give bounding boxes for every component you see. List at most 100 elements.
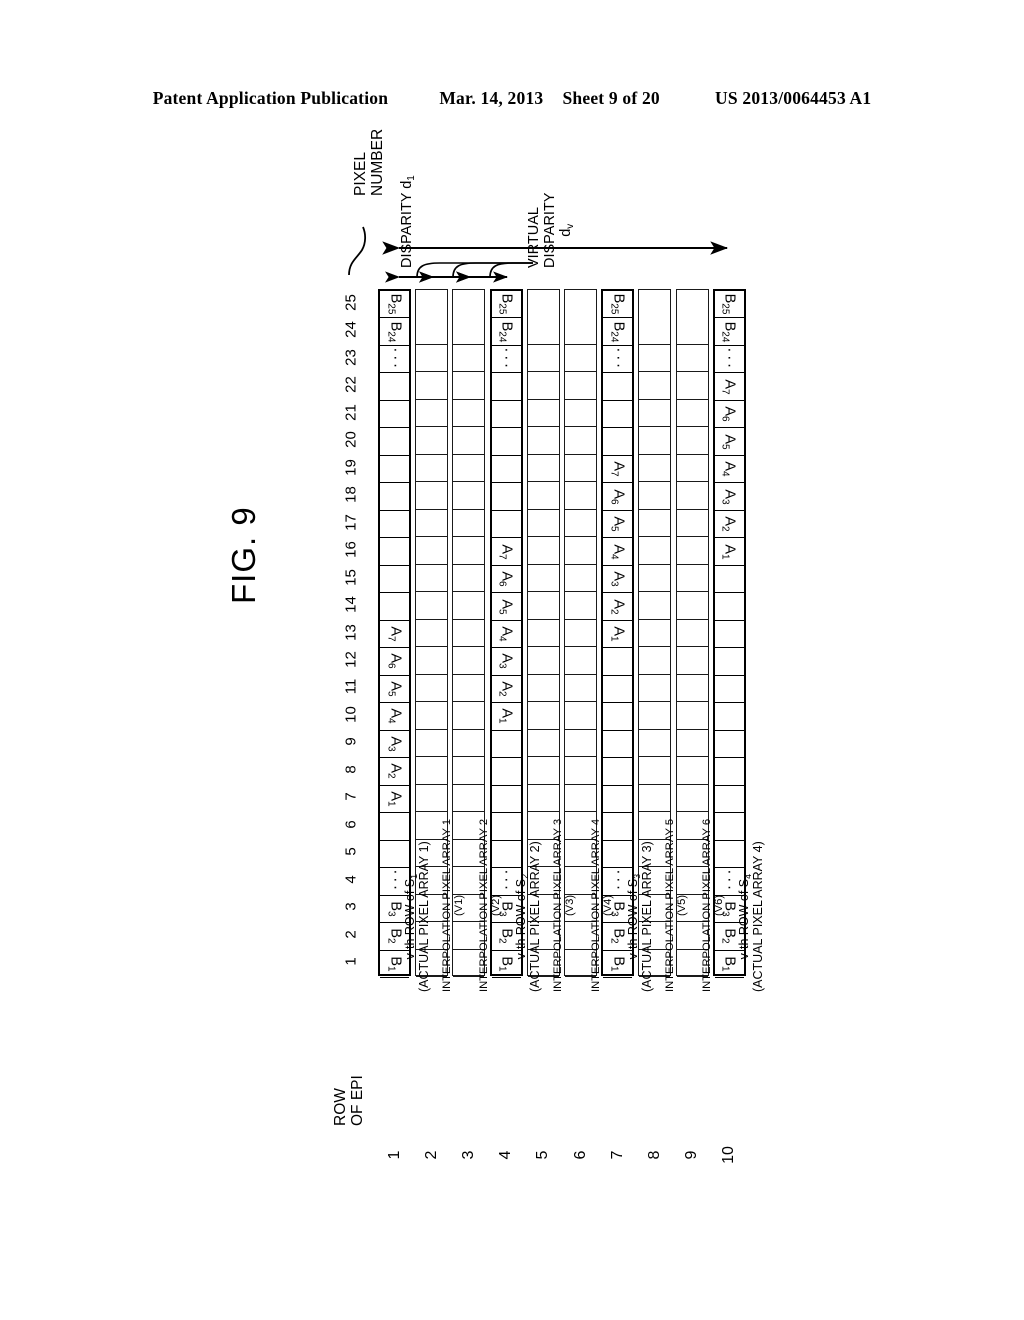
pixel-cell: A7 <box>714 373 744 401</box>
pixel-cell <box>380 566 409 594</box>
cell-label: A5 <box>719 434 738 450</box>
cell-label: A3 <box>719 488 738 505</box>
cell-label: A2 <box>384 763 403 780</box>
pixel-cell <box>639 620 671 648</box>
pixel-cell <box>676 702 708 730</box>
virtual-disparity-line1: VIRTUAL <box>526 207 542 268</box>
pixel-cell <box>714 758 744 786</box>
pixel-cell <box>416 647 448 675</box>
cell-label: A1 <box>496 708 515 725</box>
pixel-cell <box>527 730 559 758</box>
pixel-cell: A2 <box>491 676 521 704</box>
pixel-cell <box>416 345 448 373</box>
cell-ellipsis: ··· <box>498 347 516 371</box>
pixel-cell <box>491 483 521 511</box>
pixel-cell <box>453 482 485 510</box>
virtual-disparity-connector-1 <box>416 262 533 278</box>
pixel-cell <box>416 620 448 648</box>
pixel-cell <box>527 592 559 620</box>
cell-label: A6 <box>719 406 738 422</box>
pixel-cell <box>453 785 485 813</box>
pixel-cell <box>676 455 708 483</box>
row-label-line2: (ACTUAL PIXEL ARRAY 2) <box>527 841 542 992</box>
pixel-cell <box>714 676 744 704</box>
pixel-cell <box>527 427 559 455</box>
pixel-cell <box>453 565 485 593</box>
pixel-cell <box>416 372 448 400</box>
row-label-8: INTERPOLATION PIXEL ARRAY 5 (V5) <box>664 819 688 992</box>
pixel-cell <box>527 675 559 703</box>
row-label-line2: (V1) <box>452 894 465 917</box>
pixel-cell <box>603 758 633 786</box>
pixel-cell <box>639 757 671 785</box>
cell-label: A7 <box>496 543 515 560</box>
pixel-cell <box>416 592 448 620</box>
pixel-cell <box>380 373 409 401</box>
cell-ellipsis: ··· <box>721 347 739 371</box>
cell-label: A2 <box>719 516 738 532</box>
pixel-cell <box>565 345 596 373</box>
pixel-cell <box>527 757 559 785</box>
cell-label: A4 <box>496 626 515 642</box>
pixel-cell <box>416 757 448 785</box>
pixel-cell <box>491 758 521 786</box>
pixel-cell <box>380 511 409 539</box>
cell-label: A4 <box>719 461 738 477</box>
pixel-cell <box>639 592 671 620</box>
pixel-cell <box>527 785 559 813</box>
pixel-cell: A3 <box>603 566 633 594</box>
row-index-9: 9 <box>683 1150 701 1160</box>
pixel-cell <box>565 290 596 317</box>
row-label-5: INTERPOLATION PIXEL ARRAY 3 (V3) <box>552 819 576 992</box>
pixel-cell <box>527 565 559 593</box>
pixel-cell: A1 <box>380 786 409 814</box>
cell-label: A6 <box>607 488 626 505</box>
pixel-number-line2: NUMBER <box>369 128 387 196</box>
row-label-line1: INTERPOLATION PIXEL ARRAY 6 <box>701 818 714 992</box>
pixel-cell <box>453 400 485 428</box>
pixel-cell <box>676 400 708 428</box>
virtual-disparity-label: VIRTUAL DISPARITY dv <box>526 192 576 268</box>
pixel-cell: ··· <box>491 346 521 374</box>
row-label-line1: INTERPOLATION PIXEL ARRAY 1 <box>440 818 453 992</box>
pixel-cell: A4 <box>380 703 409 731</box>
virtual-disparity-line3: dv <box>557 223 576 237</box>
cell-label: A4 <box>384 708 403 725</box>
row-label-line2: (V5) <box>675 894 688 917</box>
pixel-cell: A1 <box>603 621 633 649</box>
cell-label: B25 <box>607 293 626 315</box>
pixel-cell <box>565 565 596 593</box>
row-label-line2: (V3) <box>564 894 577 917</box>
cell-label: A2 <box>607 598 626 615</box>
pixel-cell <box>453 427 485 455</box>
pixel-cell: ··· <box>603 346 633 374</box>
cell-label: A5 <box>384 681 403 697</box>
cell-label: B24 <box>496 321 515 343</box>
pixel-cell: B24 <box>603 318 633 346</box>
pixel-cell <box>527 372 559 400</box>
pixel-cell <box>565 647 596 675</box>
pixel-cell <box>491 456 521 484</box>
pixel-cell: A6 <box>603 483 633 511</box>
pixel-cell <box>603 731 633 759</box>
pixel-cell <box>676 372 708 400</box>
pixel-cell <box>565 675 596 703</box>
pixel-cell: A6 <box>714 401 744 429</box>
cell-label: A5 <box>496 598 515 615</box>
cell-label: A6 <box>496 571 515 587</box>
pixel-cell: A3 <box>491 648 521 676</box>
pixel-cell: A1 <box>714 538 744 566</box>
pixel-cell <box>416 785 448 813</box>
pixel-cell <box>639 702 671 730</box>
pixel-cell <box>380 483 409 511</box>
pixel-cell <box>380 813 409 841</box>
cell-label: A2 <box>496 681 515 697</box>
row-label-4: v-th ROW of S2 (ACTUAL PIXEL ARRAY 2) <box>514 841 542 992</box>
pixel-cell <box>565 730 596 758</box>
row-label-line1: INTERPOLATION PIXEL ARRAY 5 <box>663 818 676 992</box>
row-label-line1: v-th ROW of S4 <box>737 873 754 960</box>
pixel-cell <box>453 730 485 758</box>
pixel-cell <box>416 400 448 428</box>
row-label-6: INTERPOLATION PIXEL ARRAY 4 (V4) <box>590 819 614 992</box>
virtual-disparity-line2: DISPARITY <box>541 192 558 268</box>
